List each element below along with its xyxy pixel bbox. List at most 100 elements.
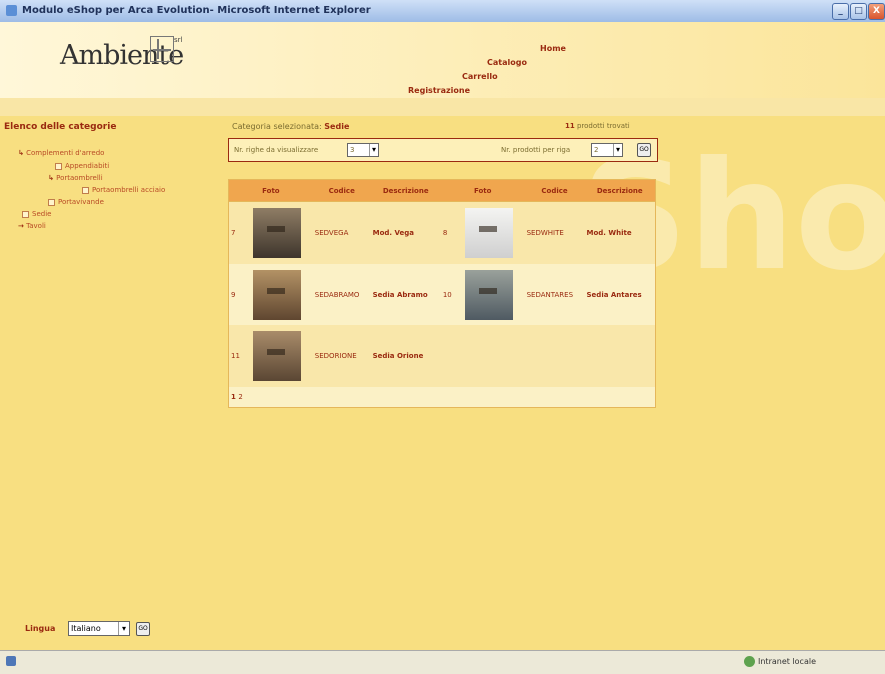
product-photo-cell [251,263,313,326]
maximize-button[interactable]: □ [850,3,867,20]
expanded-arrow-icon: ↳ [48,174,54,182]
empty-cell [440,325,656,388]
logo-srl: srl [174,36,183,44]
language-label: Lingua [25,624,56,633]
product-description[interactable]: Sedia Orione [370,325,441,388]
selected-category: Categoria selezionata: Sedie [232,122,349,131]
chevron-down-icon: ▾ [118,622,129,635]
display-controls: Nr. righe da visualizzare 3 ▾ Nr. prodott… [228,138,658,162]
category-label: Tavoli [26,222,46,230]
product-description[interactable]: Sedia Abramo [370,263,441,326]
col-header-codice: Codice [312,179,371,203]
product-description[interactable]: Sedia Antares [584,263,656,326]
rows-value: 3 [350,146,355,154]
category-portaombrelli-acciaio[interactable]: Portaombrelli acciaio [82,186,165,194]
window-titlebar: Modulo eShop per Arca Evolution- Microso… [0,0,885,22]
intranet-zone-icon [744,656,755,667]
nav-home[interactable]: Home [540,44,566,53]
chevron-down-icon: ▾ [612,144,620,156]
product-photo[interactable] [253,331,301,382]
product-photo-cell [251,201,313,264]
category-sedie[interactable]: Sedie [22,210,51,218]
leaf-icon [82,186,89,194]
pager: 1 2 [228,387,656,408]
product-photo[interactable] [464,207,513,258]
expanded-arrow-icon: ↳ [18,149,24,157]
language-select[interactable]: Italiano ▾ [68,621,130,636]
product-photo-cell [462,263,525,326]
language-go-button[interactable]: GO [136,622,150,636]
products-found: 11 prodotti trovati [565,122,630,130]
page-content: Ambiente srl Home Catalogo Carrello Regi… [0,22,885,650]
category-appendiabiti[interactable]: Appendiabiti [55,162,109,170]
category-portaombrelli[interactable]: ↳ Portaombrelli [48,174,103,182]
perrow-value: 2 [594,146,599,154]
category-prefix: Categoria selezionata: [232,122,322,131]
page-icon [6,656,16,666]
category-label: Complementi d'arredo [26,149,105,157]
col-header-foto: Foto [440,179,525,203]
nav-carrello[interactable]: Carrello [462,72,498,81]
category-label: Portavivande [58,198,104,206]
category-label: Appendiabiti [65,162,110,170]
product-photo-cell [251,325,313,388]
col-header-descrizione: Descrizione [370,179,441,203]
ie-icon [6,5,17,16]
product-photo[interactable] [253,269,301,320]
security-zone: Intranet locale [758,657,816,666]
product-number: 11 [228,325,251,388]
perrow-label: Nr. prodotti per riga [501,146,571,154]
nav-registrazione[interactable]: Registrazione [408,86,470,95]
product-description[interactable]: Mod. White [584,201,656,264]
category-value: Sedie [324,122,350,131]
category-label: Portaombrelli [56,174,103,182]
product-number: 7 [228,201,251,264]
page-link-1[interactable]: 1 [231,393,236,401]
category-complementi[interactable]: ↳ Complementi d'arredo [18,149,104,157]
product-photo[interactable] [253,207,301,258]
product-number: 9 [228,263,251,326]
leaf-icon [48,198,55,206]
table-header-row: Foto Codice Descrizione Foto Codice Desc… [228,179,656,203]
language-value: Italiano [71,624,101,633]
rows-label: Nr. righe da visualizzare [234,146,319,154]
nav-catalogo[interactable]: Catalogo [487,58,527,67]
go-button[interactable]: GO [637,143,651,157]
found-label: prodotti trovati [576,122,630,130]
rows-select[interactable]: 3 ▾ [347,143,379,157]
product-table: Foto Codice Descrizione Foto Codice Desc… [228,179,656,408]
product-photo[interactable] [464,269,513,320]
header-separator [0,98,885,116]
close-button[interactable]: X [868,3,885,20]
minimize-button[interactable]: _ [832,3,849,20]
sidebar-title: Elenco delle categorie [4,122,117,132]
perrow-select[interactable]: 2 ▾ [591,143,623,157]
category-label: Sedie [32,210,52,218]
table-row: 11 SEDORIONE Sedia Orione [228,325,656,388]
window-title: Modulo eShop per Arca Evolution- Microso… [22,5,371,16]
page-link-2[interactable]: 2 [238,393,242,401]
product-description[interactable]: Mod. Vega [370,201,441,264]
table-row: 7 SEDVEGA Mod. Vega 8 SEDWHITE Mod. Whit… [228,201,656,264]
col-header-descrizione: Descrizione [584,179,656,203]
site-header: Ambiente srl Home Catalogo Carrello Regi… [0,22,885,98]
table-row: 9 SEDABRAMO Sedia Abramo 10 SEDANTARES S… [228,263,656,326]
product-code[interactable]: SEDABRAMO [312,263,371,326]
category-tavoli[interactable]: → Tavoli [18,222,46,230]
product-code[interactable]: SEDORIONE [312,325,371,388]
status-bar: Intranet locale [0,650,885,674]
product-photo-cell [462,201,525,264]
product-code[interactable]: SEDANTARES [524,263,585,326]
chair-logo-icon [150,36,174,62]
leaf-icon [55,162,62,170]
leaf-icon [22,210,29,218]
category-portavivande[interactable]: Portavivande [48,198,104,206]
product-code[interactable]: SEDVEGA [312,201,371,264]
product-number: 8 [440,201,463,264]
col-header-codice: Codice [524,179,585,203]
product-number: 10 [440,263,463,326]
product-code[interactable]: SEDWHITE [524,201,585,264]
col-header-foto: Foto [228,179,313,203]
pager-row: 1 2 [228,387,656,408]
found-count: 11 [565,122,575,130]
